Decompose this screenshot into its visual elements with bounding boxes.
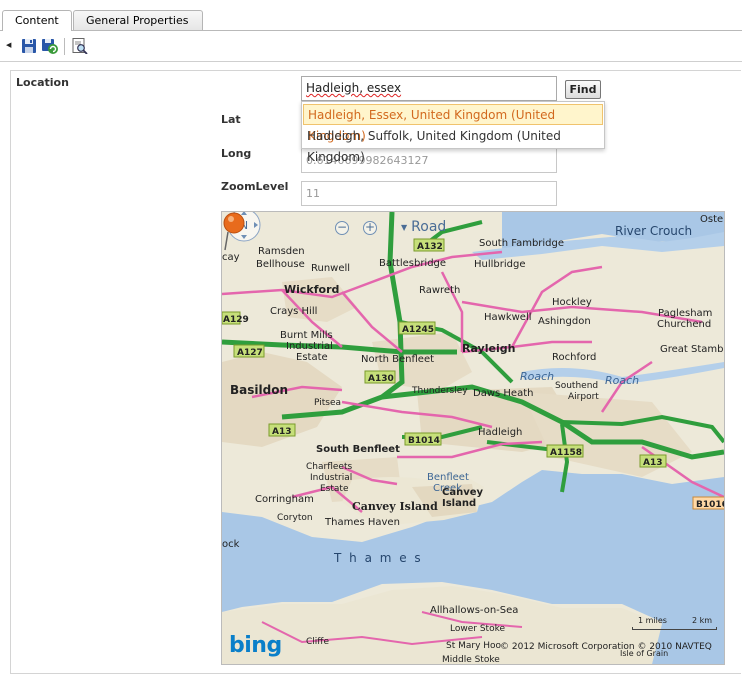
road-label: A129 [223, 315, 249, 325]
toolbar-separator [64, 38, 65, 55]
location-search-input[interactable]: Hadleigh, essex [301, 76, 557, 101]
road-label: A1245 [402, 325, 434, 335]
preview-icon[interactable] [72, 38, 88, 54]
find-button[interactable]: Find [565, 80, 601, 99]
place-label: Benfleet [427, 472, 469, 483]
tab-content[interactable]: Content [2, 10, 72, 31]
place-label: ock [222, 539, 240, 550]
place-label: Thundersley [411, 386, 468, 396]
zoom-level-label: ZoomLevel [221, 180, 289, 193]
place-label: Runwell [311, 263, 350, 274]
place-label: Airport [568, 392, 599, 402]
place-label: Estate [296, 352, 328, 363]
road-label: A132 [417, 242, 443, 252]
road-label: A13 [643, 458, 663, 468]
place-label: Estate [320, 484, 349, 494]
place-label: Ashingdon [538, 316, 591, 327]
place-label: Oste [700, 214, 723, 225]
place-label: Coryton [277, 513, 313, 523]
road-label: A13 [272, 427, 292, 437]
zoom-level-field[interactable]: 11 [301, 181, 557, 206]
place-label: Roach [520, 370, 554, 383]
save-refresh-icon[interactable] [42, 38, 58, 54]
place-label: Wickford [284, 283, 339, 296]
road-label: B1014 [408, 436, 440, 446]
scale-bar [632, 627, 717, 630]
place-label: cay [222, 252, 240, 263]
place-label: Industrial [286, 341, 333, 352]
place-label: Hockley [552, 297, 592, 308]
place-label: Rayleigh [462, 342, 515, 355]
place-label: Cliffe [306, 637, 329, 647]
place-label: Ramsden [258, 246, 305, 257]
map-view[interactable]: N − + ▼Road Oste River Crouch South Famb… [221, 211, 725, 665]
place-label: River Crouch [615, 224, 692, 238]
place-label: Churchend [657, 319, 711, 330]
collapse-arrow-icon[interactable]: ◀ [6, 41, 11, 49]
place-label: Island [442, 498, 476, 509]
lat-label: Lat [221, 113, 241, 126]
search-value: Hadleigh, essex [306, 81, 402, 95]
road-label: B1016 [696, 500, 724, 510]
suggestion-item[interactable]: Hadleigh, Suffolk, United Kingdom (Unite… [303, 126, 603, 164]
scale-km: 2 km [692, 616, 713, 625]
place-label: Pitsea [314, 398, 341, 408]
place-label: Industrial [310, 473, 352, 483]
place-label: Middle Stoke [442, 655, 500, 664]
place-label: South Benfleet [316, 444, 400, 455]
place-label: Battlesbridge [379, 258, 446, 269]
place-label: T h a m e s [333, 551, 423, 565]
location-pin-icon[interactable] [222, 212, 246, 252]
save-icon[interactable] [21, 38, 37, 54]
map-labels: Oste River Crouch South Fambridge Ramsde… [222, 214, 724, 664]
place-label: Hullbridge [474, 259, 526, 270]
tab-general-properties[interactable]: General Properties [73, 10, 203, 30]
place-label: Canvey [442, 487, 484, 498]
place-label: Daws Heath [473, 388, 533, 399]
tab-bar: Content General Properties [0, 0, 742, 31]
map-scale: 1 miles 2 km [632, 616, 717, 630]
bing-logo: bing [229, 633, 282, 658]
place-label: Thames Haven [324, 517, 400, 528]
place-label: Basildon [230, 383, 288, 397]
map-copyright: © 2012 Microsoft Corporation © 2010 NAVT… [500, 642, 712, 652]
place-label: Corringham [255, 494, 314, 505]
place-label: Lower Stoke [450, 624, 505, 634]
suggestion-item[interactable]: Hadleigh, Essex, United Kingdom (United … [303, 104, 603, 143]
road-label: A127 [237, 348, 263, 358]
place-label: Hadleigh [478, 427, 522, 438]
road-label: A130 [368, 374, 394, 384]
place-label: Rochford [552, 352, 596, 363]
place-label: Crays Hill [270, 306, 317, 317]
place-label: Southend [555, 381, 598, 391]
place-label: St Mary Hoo [446, 641, 502, 651]
place-label: South Fambridge [479, 238, 564, 249]
place-label: Burnt Mills [280, 330, 333, 341]
toolbar: ◀ [0, 31, 742, 62]
place-label: Charfleets [306, 462, 352, 472]
place-label: Hawkwell [484, 312, 532, 323]
suggestion-dropdown: Hadleigh, Essex, United Kingdom (United … [301, 101, 605, 164]
place-label: Bellhouse [256, 259, 305, 270]
place-label: Roach [605, 374, 639, 387]
place-label: Great Stambi [660, 344, 724, 355]
place-label: North Benfleet [361, 354, 434, 365]
location-label: Location [16, 76, 69, 89]
scale-miles: 1 miles [638, 616, 667, 625]
place-label: Rawreth [419, 285, 460, 296]
long-label: Long [221, 147, 252, 160]
place-label: Paglesham [658, 308, 712, 319]
place-label: Allhallows-on-Sea [430, 605, 518, 616]
place-label: Canvey Island [352, 500, 438, 513]
road-label: A1158 [550, 448, 582, 458]
